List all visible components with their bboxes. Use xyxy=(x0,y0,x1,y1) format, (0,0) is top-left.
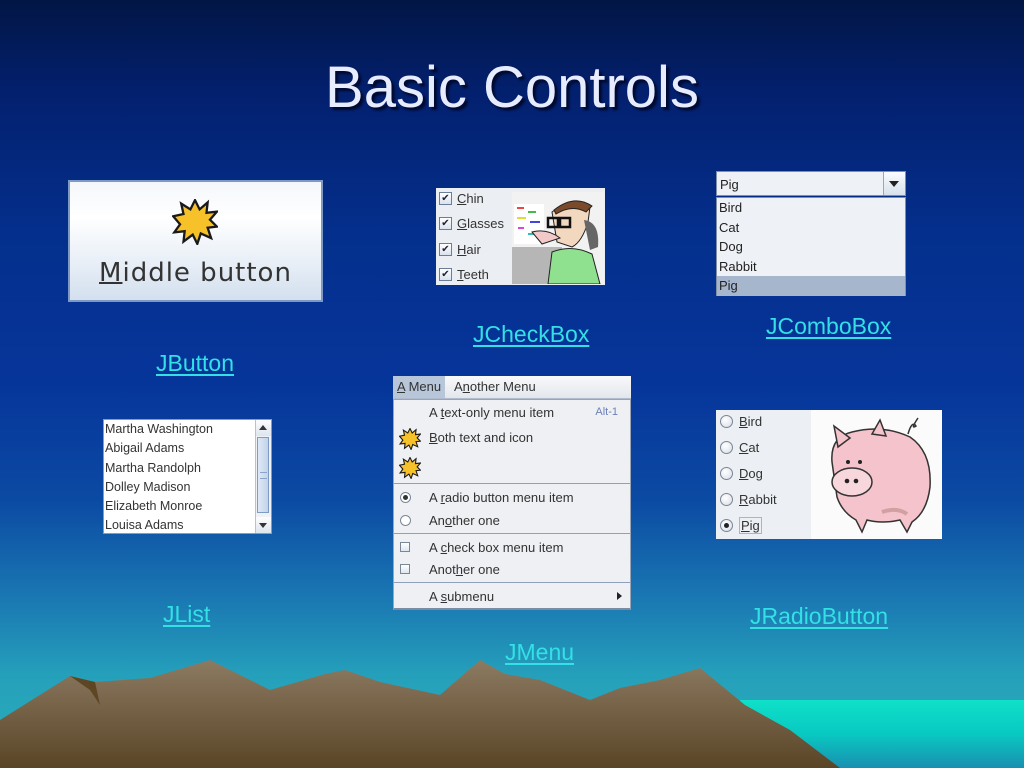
submenu-arrow-icon xyxy=(617,592,622,600)
checkbox-panel: ✔ Chin ✔ Glasses ✔ Hair ✔ Teeth xyxy=(436,188,605,285)
jlist-link[interactable]: JList xyxy=(163,601,210,628)
radio-bird[interactable]: Bird xyxy=(720,414,762,429)
check-icon: ✔ xyxy=(439,268,452,281)
radio-selected-icon xyxy=(400,492,411,503)
radio-icon xyxy=(720,441,733,454)
radio-pig[interactable]: Pig xyxy=(720,517,762,534)
menu-another-menu[interactable]: Another Menu xyxy=(450,376,540,398)
list-item[interactable]: Martha Randolph xyxy=(104,459,271,478)
radio-icon xyxy=(720,493,733,506)
menu-separator xyxy=(394,533,630,534)
scroll-down-arrow-icon[interactable] xyxy=(256,517,271,533)
checkbox-glasses[interactable]: ✔ Glasses xyxy=(439,216,504,231)
check-icon: ✔ xyxy=(439,192,452,205)
menu-separator xyxy=(394,483,630,484)
combobox[interactable]: Pig xyxy=(716,171,906,196)
menu-item-check-2[interactable]: Another one xyxy=(394,562,630,582)
radio-dog[interactable]: Dog xyxy=(720,466,763,481)
list-item[interactable]: Abigail Adams xyxy=(104,439,271,458)
menu-item-radio-1[interactable]: A radio button menu item xyxy=(394,490,630,510)
menu-item-check-1[interactable]: A check box menu item xyxy=(394,540,630,560)
star-burst-icon xyxy=(399,428,421,450)
accelerator-label: Alt-1 xyxy=(595,406,618,418)
star-burst-icon xyxy=(399,457,421,479)
chevron-down-icon[interactable] xyxy=(883,172,905,195)
jradiobutton-link[interactable]: JRadioButton xyxy=(750,603,888,630)
slide-title: Basic Controls xyxy=(325,55,699,120)
menu-popup: A text-only menu item Alt-1 Both text an… xyxy=(393,399,631,610)
mountains-background xyxy=(0,660,840,768)
combobox-option[interactable]: Dog xyxy=(717,237,905,257)
checkbox-chin[interactable]: ✔ Chin xyxy=(439,191,484,206)
middle-button[interactable]: Middle button xyxy=(68,180,323,302)
radio-cat[interactable]: Cat xyxy=(720,440,759,455)
menu-item-icon-only[interactable] xyxy=(394,457,630,479)
scroll-up-arrow-icon[interactable] xyxy=(256,420,271,436)
combobox-value: Pig xyxy=(720,177,739,192)
menu-a-menu[interactable]: A Menu xyxy=(393,376,446,398)
mnemonic-m: M xyxy=(99,258,123,288)
star-burst-icon xyxy=(172,199,218,245)
check-icon: ✔ xyxy=(439,217,452,230)
radio-icon xyxy=(720,467,733,480)
checkbox-unchecked-icon xyxy=(400,564,410,574)
combobox-option[interactable]: Bird xyxy=(717,198,905,218)
radio-selected-icon xyxy=(720,519,733,532)
check-icon: ✔ xyxy=(439,243,452,256)
scrollbar-thumb[interactable] xyxy=(257,437,269,513)
menu-item-radio-2[interactable]: Another one xyxy=(394,513,630,533)
menu-bar: A Menu Another Menu xyxy=(393,376,631,399)
radio-icon xyxy=(720,415,733,428)
radio-unselected-icon xyxy=(400,515,411,526)
names-list: Martha Washington Abigail Adams Martha R… xyxy=(103,419,272,534)
middle-button-label: Middle button xyxy=(99,258,292,288)
jcombobox-link[interactable]: JComboBox xyxy=(766,313,891,340)
menu-separator xyxy=(394,582,630,583)
list-item[interactable]: Martha Washington xyxy=(104,420,271,439)
combobox-option-selected[interactable]: Pig xyxy=(717,276,905,296)
checkbox-hair[interactable]: ✔ Hair xyxy=(439,242,481,257)
cartoon-face-image xyxy=(512,192,604,284)
combobox-option[interactable]: Rabbit xyxy=(717,257,905,277)
menu-item-text-only[interactable]: A text-only menu item Alt-1 xyxy=(394,405,630,425)
menu-item-text-and-icon[interactable]: Both text and icon xyxy=(394,430,630,452)
combobox-dropdown: Bird Cat Dog Rabbit Pig xyxy=(716,197,906,296)
pig-drawing-image xyxy=(831,417,931,534)
jbutton-link[interactable]: JButton xyxy=(156,350,234,377)
vertical-scrollbar[interactable] xyxy=(255,420,271,533)
radio-rabbit[interactable]: Rabbit xyxy=(720,492,777,507)
list-item[interactable]: Dolley Madison xyxy=(104,478,271,497)
checkbox-unchecked-icon xyxy=(400,542,410,552)
jcheckbox-link[interactable]: JCheckBox xyxy=(473,321,589,348)
combobox-option[interactable]: Cat xyxy=(717,218,905,238)
menu-item-submenu[interactable]: A submenu xyxy=(394,589,630,609)
list-item[interactable]: Louisa Adams xyxy=(104,516,271,533)
list-item[interactable]: Elizabeth Monroe xyxy=(104,497,271,516)
checkbox-teeth[interactable]: ✔ Teeth xyxy=(439,267,489,282)
radio-panel: Bird Cat Dog Rabbit Pig xyxy=(716,410,942,539)
